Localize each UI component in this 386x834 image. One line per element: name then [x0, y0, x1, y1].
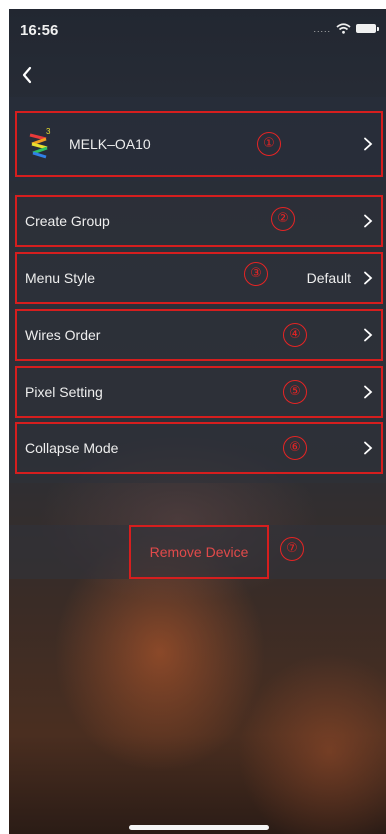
- home-indicator: [129, 825, 269, 830]
- chevron-right-icon: [364, 214, 373, 228]
- status-icons: .....: [313, 23, 379, 34]
- menu-style-row[interactable]: Menu Style ③ Default: [15, 252, 383, 304]
- annotation-4: ④: [283, 323, 307, 347]
- back-chevron-icon: [22, 66, 32, 84]
- create-group-label: Create Group: [25, 213, 110, 229]
- annotation-5: ⑤: [283, 380, 307, 404]
- device-row[interactable]: 3 MELK–OA10 ①: [15, 111, 383, 177]
- annotation-1: ①: [257, 132, 281, 156]
- annotation-3: ③: [244, 262, 268, 286]
- wires-order-row[interactable]: Wires Order ④: [15, 309, 383, 361]
- remove-device-button[interactable]: Remove Device: [129, 525, 269, 579]
- annotation-7: ⑦: [280, 537, 304, 561]
- battery-icon: [356, 24, 379, 33]
- wires-order-label: Wires Order: [25, 327, 101, 343]
- wifi-icon: [336, 23, 351, 34]
- status-bar: 16:56 .....: [9, 9, 386, 53]
- create-group-row[interactable]: Create Group ②: [15, 195, 383, 247]
- chevron-right-icon: [364, 137, 373, 151]
- menu-style-value: Default: [306, 270, 351, 286]
- collapse-mode-row[interactable]: Collapse Mode ⑥: [15, 422, 383, 474]
- signal-icon: .....: [313, 23, 331, 34]
- collapse-mode-label: Collapse Mode: [25, 440, 119, 456]
- annotation-2: ②: [271, 207, 295, 231]
- device-name: MELK–OA10: [69, 136, 151, 152]
- back-button[interactable]: [15, 61, 43, 89]
- menu-style-label: Menu Style: [25, 270, 96, 286]
- chevron-right-icon: [364, 441, 373, 455]
- chevron-right-icon: [364, 271, 373, 285]
- pixel-setting-row[interactable]: Pixel Setting ⑤: [15, 366, 383, 418]
- chevron-right-icon: [364, 385, 373, 399]
- app-screen: 16:56 ..... 3 MELK–OA10 ① Create Group ②…: [9, 9, 386, 834]
- pixel-setting-label: Pixel Setting: [25, 384, 103, 400]
- svg-text:3: 3: [46, 127, 51, 136]
- device-logo-icon: 3: [29, 127, 51, 159]
- chevron-right-icon: [364, 328, 373, 342]
- status-time: 16:56: [20, 22, 59, 39]
- annotation-6: ⑥: [283, 436, 307, 460]
